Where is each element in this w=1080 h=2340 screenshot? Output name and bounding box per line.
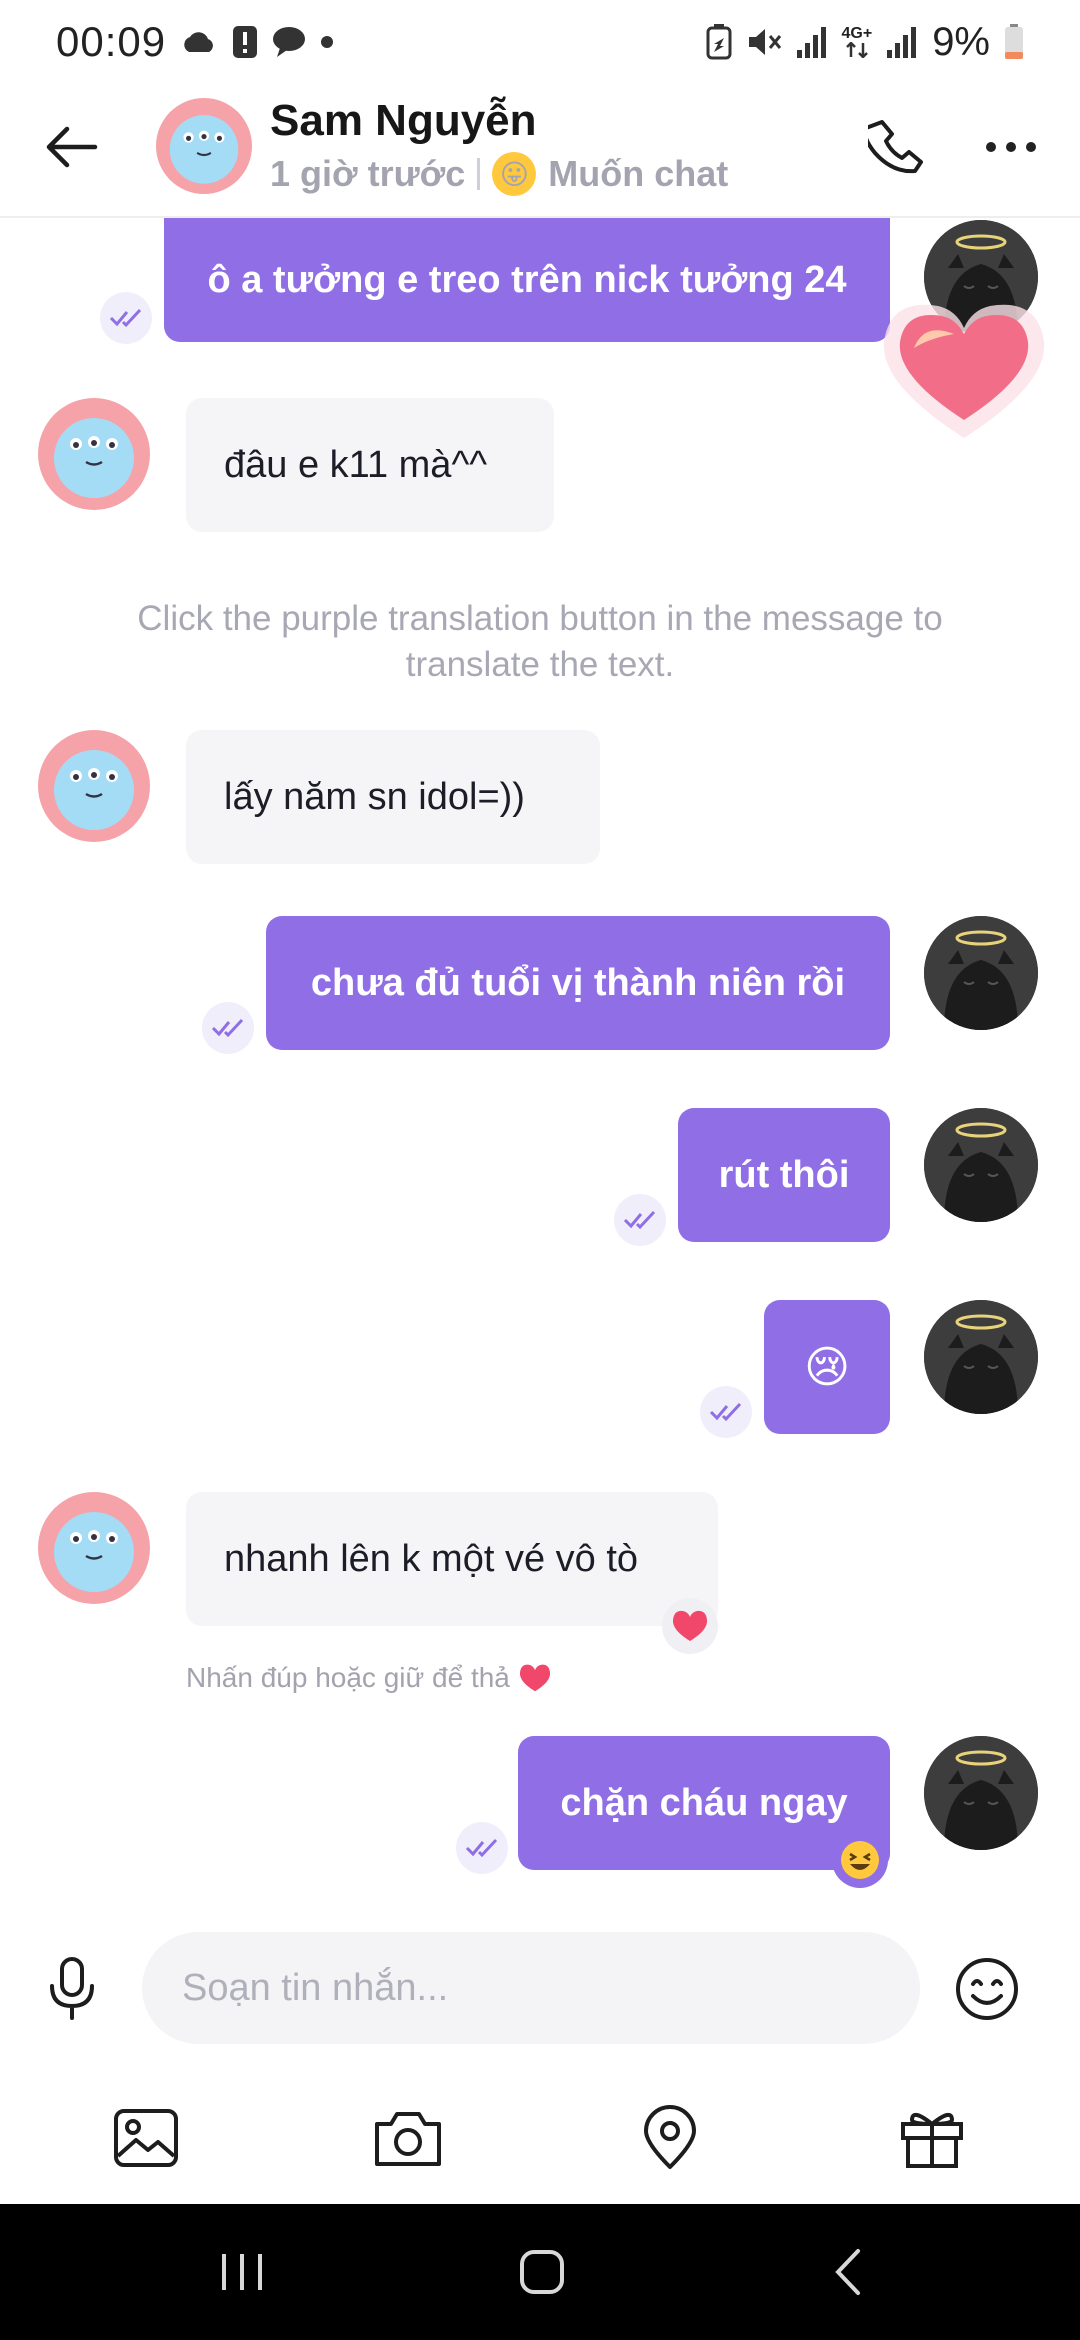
- contact-status: 1 giờ trước 😛 Muốn chat: [270, 152, 728, 196]
- outgoing-message[interactable]: ô a tưởng e treo trên nick tưởng 24: [164, 218, 890, 342]
- heart-reaction-icon[interactable]: [662, 1598, 718, 1654]
- contact-avatar[interactable]: [156, 98, 252, 194]
- contact-name[interactable]: Sam Nguyễn: [270, 96, 537, 146]
- microphone-icon: [50, 1957, 94, 2020]
- mood-label: Muốn chat: [548, 153, 729, 194]
- battery-saver-icon: [706, 24, 732, 60]
- emoji-button[interactable]: [952, 1954, 1022, 2024]
- signal-icon: [796, 26, 828, 58]
- gallery-button[interactable]: [110, 2102, 182, 2174]
- outgoing-message[interactable]: chưa đủ tuổi vị thành niên rồi: [266, 916, 890, 1050]
- mute-icon: [746, 25, 782, 59]
- contact-avatar[interactable]: [38, 398, 150, 510]
- smiley-icon: [956, 1958, 1018, 2020]
- more-dot: [1006, 142, 1016, 152]
- network-type-label: 4G+: [841, 25, 873, 42]
- message-list[interactable]: ô a tưởng e treo trên nick tưởng 24 đâu …: [0, 218, 1080, 1908]
- status-time: 00:09: [56, 18, 167, 65]
- message-input[interactable]: [142, 1932, 920, 2044]
- read-receipt-icon: [614, 1194, 666, 1246]
- recent-apps-button[interactable]: [202, 2240, 282, 2304]
- dot-icon: [320, 35, 334, 49]
- gift-icon: [901, 2112, 963, 2168]
- more-dot: [986, 142, 996, 152]
- home-icon: [520, 2250, 564, 2294]
- heart-sticker-icon: [874, 288, 1054, 453]
- read-receipt-icon: [456, 1822, 508, 1874]
- contact-avatar[interactable]: [38, 1492, 150, 1604]
- signal-icon-2: [886, 26, 918, 58]
- chat-header: Sam Nguyễn 1 giờ trước 😛 Muốn chat: [0, 84, 1080, 218]
- attachment-toolbar: [0, 2068, 1080, 2204]
- back-button[interactable]: [38, 114, 104, 180]
- battery-icon: [1004, 24, 1024, 60]
- tongue-out-emoji-icon: 😛: [492, 152, 537, 196]
- network-type-icon: 4G+: [841, 25, 873, 58]
- incoming-message[interactable]: nhanh lên k một vé vô tò: [186, 1492, 718, 1626]
- more-options-button[interactable]: [976, 112, 1046, 182]
- call-button[interactable]: [862, 112, 932, 182]
- voice-message-button[interactable]: [36, 1952, 108, 2024]
- gift-button[interactable]: [896, 2102, 968, 2174]
- my-avatar[interactable]: [924, 1300, 1038, 1414]
- read-receipt-icon: [700, 1386, 752, 1438]
- alert-icon: [232, 25, 258, 59]
- system-navigation-bar: [0, 2204, 1080, 2340]
- message-composer: [0, 1908, 1080, 2068]
- camera-button[interactable]: [372, 2102, 444, 2174]
- back-arrow-icon: [46, 126, 98, 168]
- contact-avatar[interactable]: [38, 730, 150, 842]
- chat-bubble-icon: [272, 26, 306, 58]
- battery-level: 9%: [932, 19, 990, 64]
- status-bar: 00:09 4G+ 9%: [0, 0, 1080, 84]
- my-avatar[interactable]: [924, 1736, 1038, 1850]
- heart-icon: [519, 1664, 550, 1692]
- phone-icon: [868, 120, 923, 174]
- home-button[interactable]: [502, 2240, 582, 2304]
- system-back-icon: [835, 2249, 860, 2295]
- last-seen-label: 1 giờ trước: [270, 153, 466, 194]
- recent-apps-icon: [222, 2254, 262, 2290]
- reaction-hint-text: Nhấn đúp hoặc giữ để thả: [186, 1662, 510, 1693]
- cloud-icon: [180, 30, 218, 54]
- image-icon: [114, 2109, 178, 2167]
- location-icon: [644, 2105, 696, 2169]
- camera-icon: [375, 2112, 441, 2166]
- my-avatar[interactable]: [924, 1108, 1038, 1222]
- outgoing-emoji-message[interactable]: 😢: [764, 1300, 890, 1434]
- system-back-button[interactable]: [808, 2240, 888, 2304]
- translation-notice: Click the purple translation button in t…: [137, 599, 943, 684]
- more-dot: [1026, 142, 1036, 152]
- incoming-message[interactable]: lấy năm sn idol=)): [186, 730, 600, 864]
- status-divider: [477, 158, 481, 190]
- reaction-hint: Nhấn đúp hoặc giữ để thả: [186, 1662, 552, 1694]
- read-receipt-icon: [202, 1002, 254, 1054]
- read-receipt-icon: [100, 292, 152, 344]
- outgoing-message[interactable]: rút thôi: [678, 1108, 890, 1242]
- incoming-message[interactable]: đâu e k11 mà^^: [186, 398, 554, 532]
- my-avatar[interactable]: [924, 916, 1038, 1030]
- laughing-face-reaction-icon[interactable]: [832, 1832, 888, 1888]
- location-button[interactable]: [634, 2102, 706, 2174]
